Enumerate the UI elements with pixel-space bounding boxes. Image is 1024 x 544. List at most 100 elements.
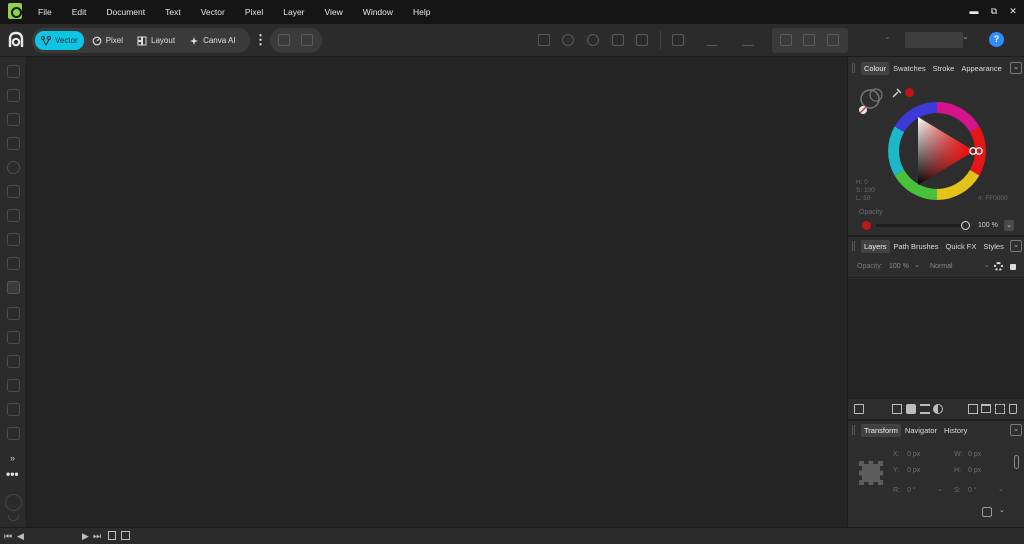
send-back-icon[interactable] bbox=[803, 34, 815, 46]
opacity-slider-handle[interactable] bbox=[961, 221, 970, 230]
fill-tool-icon[interactable] bbox=[7, 257, 20, 270]
canvas-area[interactable] bbox=[28, 57, 847, 527]
transform-options-chevron-icon[interactable]: ⌄ bbox=[999, 506, 1005, 514]
transform-icon[interactable] bbox=[672, 34, 684, 46]
text-tool-icon[interactable] bbox=[7, 403, 20, 416]
persona-vector[interactable]: Vector bbox=[35, 31, 84, 50]
collapse-tools-icon[interactable] bbox=[8, 515, 19, 521]
account-icon[interactable] bbox=[5, 494, 22, 511]
layers-list[interactable] bbox=[848, 279, 1024, 399]
y-field[interactable]: 0 px bbox=[907, 467, 920, 474]
prev-page-icon[interactable]: ◀ bbox=[17, 531, 24, 542]
menu-text[interactable]: Text bbox=[155, 0, 191, 24]
current-colour-swatch[interactable] bbox=[905, 88, 914, 97]
pen-tool-icon[interactable] bbox=[7, 185, 20, 198]
adjustment-icon[interactable] bbox=[920, 404, 930, 414]
subtract-shapes-icon[interactable] bbox=[562, 34, 574, 46]
chevron-down-icon[interactable]: ⌄ bbox=[1010, 424, 1022, 436]
intersect-shapes-icon[interactable] bbox=[587, 34, 599, 46]
transform-options-icon[interactable] bbox=[982, 507, 992, 517]
blend-mode-chevron-icon[interactable]: ⌄ bbox=[984, 261, 990, 269]
tab-stroke[interactable]: Stroke bbox=[930, 62, 958, 75]
tab-quick-fx[interactable]: Quick FX bbox=[943, 240, 980, 253]
hex-readout[interactable]: #: FF0000 bbox=[978, 195, 1008, 202]
trash-icon[interactable] bbox=[1009, 404, 1017, 414]
tab-styles[interactable]: Styles bbox=[980, 240, 1006, 253]
add-shapes-icon[interactable] bbox=[538, 34, 550, 46]
add-pixel-layer-icon[interactable] bbox=[968, 404, 978, 414]
close-button[interactable]: ✕ bbox=[1005, 4, 1021, 18]
tab-navigator[interactable]: Navigator bbox=[902, 424, 940, 437]
colour-swatch-icon[interactable] bbox=[7, 281, 20, 294]
menu-help[interactable]: Help bbox=[403, 0, 440, 24]
corner-tool-icon[interactable] bbox=[7, 137, 20, 150]
align-icon[interactable] bbox=[742, 34, 754, 46]
crop-tool-icon[interactable] bbox=[7, 379, 20, 392]
bring-forward-icon[interactable] bbox=[780, 34, 792, 46]
restore-button[interactable]: ⧉ bbox=[986, 4, 1002, 18]
live-filter-icon[interactable] bbox=[933, 404, 943, 414]
h-field[interactable]: 0 px bbox=[968, 467, 981, 474]
select-tool-icon[interactable] bbox=[7, 89, 20, 102]
chevron-down-icon[interactable]: ⌄ bbox=[1010, 240, 1022, 252]
tab-path-brushes[interactable]: Path Brushes bbox=[891, 240, 942, 253]
flip-icon[interactable] bbox=[706, 34, 718, 46]
x-field[interactable]: 0 px bbox=[907, 451, 920, 458]
w-field[interactable]: 0 px bbox=[968, 451, 981, 458]
colour-wheel[interactable] bbox=[886, 100, 988, 202]
shape-tool-icon[interactable] bbox=[7, 355, 20, 368]
persona-pixel[interactable]: Pixel bbox=[86, 31, 129, 50]
shear-field[interactable]: 0 ° bbox=[968, 487, 977, 494]
menu-document[interactable]: Document bbox=[96, 0, 155, 24]
arrange-icon[interactable] bbox=[827, 34, 839, 46]
link-icon[interactable] bbox=[1014, 455, 1019, 469]
edit-layer-icon[interactable] bbox=[854, 404, 864, 414]
more-options-icon[interactable]: ⋮ bbox=[254, 32, 267, 48]
rotation-chevron-icon[interactable]: ⌄ bbox=[937, 485, 943, 493]
first-page-icon[interactable]: ⏮ bbox=[4, 531, 12, 542]
tab-appearance[interactable]: Appearance bbox=[958, 62, 1004, 75]
persona-canva-ai[interactable]: Canva AI bbox=[183, 31, 241, 50]
opacity-dropdown-icon[interactable]: ⌄ bbox=[1004, 220, 1014, 231]
mask-icon[interactable] bbox=[906, 404, 916, 414]
menu-edit[interactable]: Edit bbox=[62, 0, 97, 24]
blend-mode-select[interactable]: Normal bbox=[930, 263, 953, 270]
saturation-triangle[interactable] bbox=[918, 117, 974, 185]
gradient-tool-icon[interactable] bbox=[7, 307, 20, 320]
wrap-icon[interactable] bbox=[864, 34, 876, 46]
point-transform-icon[interactable] bbox=[7, 161, 20, 174]
rotation-field[interactable]: 0 ° bbox=[907, 487, 916, 494]
chevron-down-icon[interactable]: ⌄ bbox=[1010, 62, 1022, 74]
tab-swatches[interactable]: Swatches bbox=[890, 62, 929, 75]
pencil-tool-icon[interactable] bbox=[7, 209, 20, 222]
divide-shapes-icon[interactable] bbox=[636, 34, 648, 46]
shear-chevron-icon[interactable]: ⌄ bbox=[998, 485, 1004, 493]
assistant-icon[interactable] bbox=[301, 34, 313, 46]
mask-layer-icon[interactable] bbox=[995, 404, 1005, 414]
gear-icon[interactable] bbox=[994, 262, 1003, 271]
eyedropper-tool-icon[interactable] bbox=[7, 427, 20, 440]
menu-pixel[interactable]: Pixel bbox=[235, 0, 273, 24]
tab-layers[interactable]: Layers bbox=[861, 239, 890, 253]
expand-tools-icon[interactable]: » bbox=[10, 453, 15, 463]
layer-opacity-chevron-icon[interactable]: ⌄ bbox=[914, 261, 920, 269]
anchor-point-icon[interactable] bbox=[859, 461, 883, 485]
eyedropper-icon[interactable] bbox=[891, 87, 903, 99]
menu-file[interactable]: File bbox=[28, 0, 62, 24]
menu-window[interactable]: Window bbox=[353, 0, 403, 24]
tab-history[interactable]: History bbox=[941, 424, 970, 437]
node-tool-icon[interactable] bbox=[7, 113, 20, 126]
pages-icon[interactable] bbox=[108, 531, 116, 540]
minimize-button[interactable]: ▬ bbox=[966, 4, 982, 18]
last-page-icon[interactable]: ⏭ bbox=[93, 531, 101, 542]
snapping-icon[interactable] bbox=[278, 34, 290, 46]
panel-grip-icon[interactable] bbox=[852, 425, 855, 435]
zoom-field[interactable] bbox=[905, 32, 963, 48]
help-button[interactable]: ? bbox=[989, 32, 1004, 47]
panel-grip-icon[interactable] bbox=[852, 241, 855, 251]
layer-opacity-value[interactable]: 100 % bbox=[889, 263, 909, 270]
spreads-icon[interactable] bbox=[121, 531, 130, 540]
menu-layer[interactable]: Layer bbox=[273, 0, 314, 24]
opacity-value[interactable]: 100 % bbox=[978, 222, 998, 229]
tab-transform[interactable]: Transform bbox=[861, 423, 901, 437]
